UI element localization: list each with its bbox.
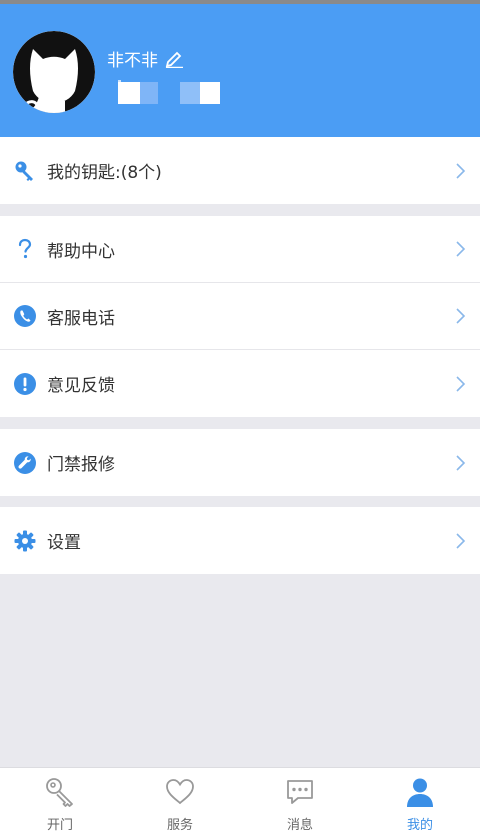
username: 非不非 [107, 50, 158, 71]
menu-group-keys: 我的钥匙:(8个) [0, 137, 480, 204]
tab-services[interactable]: 服务 [120, 768, 240, 833]
key-icon [14, 160, 36, 182]
tab-label: 开门 [46, 818, 73, 833]
chevron-right-icon [456, 532, 466, 549]
chevron-right-icon [456, 454, 466, 471]
menu-item-feedback[interactable]: 意见反馈 [0, 350, 480, 417]
menu-item-label: 门禁报修 [47, 455, 115, 475]
menu-item-settings[interactable]: 设置 [0, 507, 480, 574]
menu-item-service-phone[interactable]: 客服电话 [0, 283, 480, 350]
question-icon [14, 238, 36, 260]
pencil-icon[interactable] [164, 48, 184, 69]
masked-info-block [180, 82, 220, 104]
tab-messages[interactable]: 消息 [240, 768, 360, 833]
masked-info-block [118, 82, 158, 104]
menu-item-keys[interactable]: 我的钥匙:(8个) [0, 137, 480, 204]
tab-open-door[interactable]: 开门 [0, 768, 120, 833]
chevron-right-icon [456, 375, 466, 392]
chevron-right-icon [456, 241, 466, 257]
profile-header: 非不非 [0, 4, 480, 137]
menu-item-label: 帮助中心 [47, 241, 115, 262]
chevron-right-icon [456, 308, 466, 324]
key-outline-icon [44, 776, 76, 808]
tab-label: 我的 [406, 818, 433, 833]
phone-icon [14, 305, 36, 327]
bottom-tab-bar: 开门 服务 消息 我的 [0, 767, 480, 833]
chevron-right-icon [456, 162, 466, 179]
menu-item-access-repair[interactable]: 门禁报修 [0, 429, 480, 496]
menu-group-support: 帮助中心 客服电话 意见反馈 [0, 216, 480, 417]
menu-group-settings: 设置 [0, 507, 480, 574]
wrench-icon [14, 451, 36, 474]
tab-mine[interactable]: 我的 [360, 768, 480, 833]
menu-item-label: 意见反馈 [47, 376, 115, 396]
menu-item-label: 我的钥匙:(8个) [47, 163, 162, 183]
menu-item-label: 客服电话 [47, 308, 115, 329]
gear-icon [14, 530, 36, 552]
heart-outline-icon [164, 776, 196, 808]
avatar[interactable] [13, 31, 95, 113]
person-icon [404, 776, 436, 808]
tab-label: 服务 [166, 818, 193, 833]
cat-silhouette-icon [13, 31, 95, 113]
tab-label: 消息 [286, 818, 313, 833]
menu-item-label: 设置 [47, 533, 81, 553]
menu-item-help[interactable]: 帮助中心 [0, 216, 480, 283]
chat-bubble-icon [284, 776, 316, 808]
username-row[interactable]: 非不非 [107, 46, 184, 71]
menu-group-repair: 门禁报修 [0, 429, 480, 496]
exclamation-icon [14, 372, 36, 395]
